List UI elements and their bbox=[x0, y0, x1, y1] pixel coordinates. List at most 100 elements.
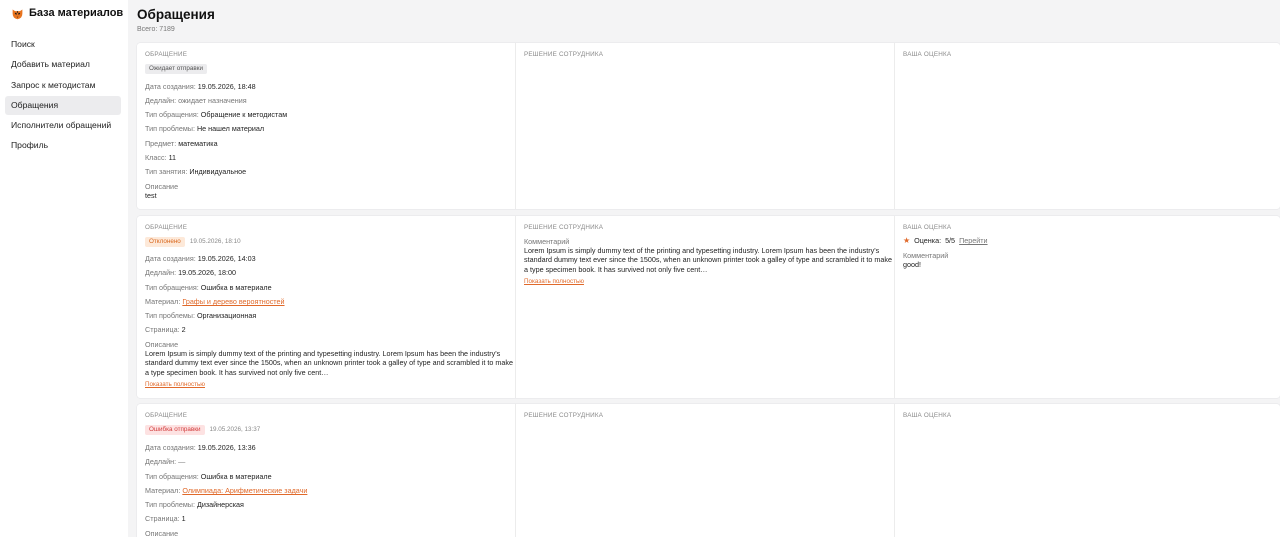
sidebar-item-profile[interactable]: Профиль bbox=[5, 136, 121, 155]
page-value: 2 bbox=[181, 325, 186, 334]
request-column: ОБРАЩЕНИЕ Отклонено 19.05.2026, 18:10 Да… bbox=[137, 216, 516, 398]
page-label: Страница: bbox=[145, 514, 180, 523]
subject-label: Предмет: bbox=[145, 139, 177, 148]
column-header-request: ОБРАЩЕНИЕ bbox=[145, 51, 188, 58]
total-count: Всего: 7189 bbox=[137, 26, 175, 33]
sidebar-item-search[interactable]: Поиск bbox=[5, 35, 121, 54]
column-header-rating: ВАША ОЦЕНКА bbox=[903, 224, 952, 231]
status-date: 19.05.2026, 18:10 bbox=[189, 238, 241, 245]
lesson-field: Тип занятия: Индивидуальное bbox=[145, 167, 246, 176]
status-badge: Ошибка отправки bbox=[145, 424, 205, 435]
tiger-logo-icon bbox=[12, 8, 23, 19]
sidebar-item-add-material[interactable]: Добавить материал bbox=[5, 55, 121, 74]
subject-value: математика bbox=[178, 139, 218, 148]
problem-field: Тип проблемы: Организационная bbox=[145, 311, 256, 320]
goto-link[interactable]: Перейти bbox=[959, 236, 987, 245]
description-text: Lorem Ipsum is simply dummy text of the … bbox=[145, 349, 513, 377]
created-label: Дата создания: bbox=[145, 443, 196, 452]
decision-column: РЕШЕНИЕ СОТРУДНИКА Комментарий Lorem Ips… bbox=[516, 216, 895, 398]
deadline-label: Дедлайн: bbox=[145, 96, 177, 105]
page-value: 1 bbox=[181, 514, 186, 523]
material-link[interactable]: Олимпиада: Арифметические задачи bbox=[182, 486, 307, 495]
decision-column: РЕШЕНИЕ СОТРУДНИКА bbox=[516, 404, 895, 537]
type-value: Обращение к методистам bbox=[200, 110, 288, 119]
status-badge: Ожидает отправки bbox=[145, 63, 208, 74]
status-date: 19.05.2026, 13:37 bbox=[209, 426, 261, 433]
column-header-rating: ВАША ОЦЕНКА bbox=[903, 51, 952, 58]
sidebar-item-request-executors[interactable]: Исполнители обращений bbox=[5, 116, 121, 135]
created-label: Дата создания: bbox=[145, 254, 196, 263]
grade-field: Класс: 11 bbox=[145, 153, 176, 162]
request-card: ОБРАЩЕНИЕ Ожидает отправки Дата создания… bbox=[137, 43, 1280, 209]
sidebar-item-methodist-request[interactable]: Запрос к методистам bbox=[5, 76, 121, 95]
star-icon: ★ bbox=[903, 235, 911, 245]
rating-label: Оценка: bbox=[914, 236, 942, 245]
type-field: Тип обращения: Ошибка в материале bbox=[145, 472, 272, 481]
lesson-value: Индивидуальное bbox=[189, 167, 247, 176]
sidebar-item-requests[interactable]: Обращения bbox=[5, 95, 121, 115]
comment-label: Комментарий bbox=[524, 237, 570, 246]
created-field: Дата создания: 19.05.2026, 18:48 bbox=[145, 82, 256, 91]
page-field: Страница: 2 bbox=[145, 325, 186, 334]
description-label: Описание bbox=[145, 340, 179, 349]
type-field: Тип обращения: Ошибка в материале bbox=[145, 283, 272, 292]
type-value: Ошибка в материале bbox=[200, 472, 272, 481]
created-value: 19.05.2026, 18:48 bbox=[197, 82, 256, 91]
type-label: Тип обращения: bbox=[145, 472, 199, 481]
material-field: Материал: Графы и дерево вероятностей bbox=[145, 297, 285, 306]
rating-column: ВАША ОЦЕНКА ★ Оценка: 5/5 Перейти Коммен… bbox=[895, 216, 1280, 398]
deadline-field: Дедлайн: — bbox=[145, 457, 185, 466]
column-header-decision: РЕШЕНИЕ СОТРУДНИКА bbox=[524, 412, 604, 419]
request-card: ОБРАЩЕНИЕ Отклонено 19.05.2026, 18:10 Да… bbox=[137, 216, 1280, 398]
status-row: Ошибка отправки 19.05.2026, 13:37 bbox=[145, 424, 260, 435]
lesson-label: Тип занятия: bbox=[145, 167, 188, 176]
status-row: Ожидает отправки bbox=[145, 63, 208, 74]
material-link[interactable]: Графы и дерево вероятностей bbox=[182, 297, 284, 306]
sidebar: База материалов Поиск Добавить материал … bbox=[0, 0, 128, 537]
type-label: Тип обращения: bbox=[145, 110, 199, 119]
type-value: Ошибка в материале bbox=[200, 283, 272, 292]
created-value: 19.05.2026, 13:36 bbox=[197, 443, 256, 452]
column-header-decision: РЕШЕНИЕ СОТРУДНИКА bbox=[524, 51, 604, 58]
main-content: Обращения Всего: 7189 ОБРАЩЕНИЕ Ожидает … bbox=[137, 0, 1280, 537]
material-label: Материал: bbox=[145, 297, 181, 306]
created-label: Дата создания: bbox=[145, 82, 196, 91]
decision-comment: Lorem Ipsum is simply dummy text of the … bbox=[524, 246, 892, 274]
description-label: Описание bbox=[145, 529, 179, 537]
brand[interactable]: База материалов bbox=[11, 6, 123, 20]
deadline-field: Дедлайн: 19.05.2026, 18:00 bbox=[145, 268, 236, 277]
request-card: ОБРАЩЕНИЕ Ошибка отправки 19.05.2026, 13… bbox=[137, 404, 1280, 537]
description-label: Описание bbox=[145, 182, 179, 191]
type-field: Тип обращения: Обращение к методистам bbox=[145, 110, 287, 119]
rating-comment-label: Комментарий bbox=[903, 251, 949, 260]
grade-value: 11 bbox=[168, 153, 177, 162]
rating-comment: good! bbox=[903, 260, 921, 269]
subject-field: Предмет: математика bbox=[145, 139, 218, 148]
deadline-value: ожидает назначения bbox=[178, 96, 247, 105]
problem-label: Тип проблемы: bbox=[145, 500, 195, 509]
column-header-decision: РЕШЕНИЕ СОТРУДНИКА bbox=[524, 224, 604, 231]
show-more-link[interactable]: Показать полностью bbox=[145, 381, 205, 388]
created-value: 19.05.2026, 14:03 bbox=[197, 254, 256, 263]
rating-column: ВАША ОЦЕНКА bbox=[895, 43, 1280, 209]
problem-field: Тип проблемы: Дизайнерская bbox=[145, 500, 244, 509]
problem-value: Не нашел материал bbox=[196, 124, 265, 133]
material-field: Материал: Олимпиада: Арифметические зада… bbox=[145, 486, 307, 495]
created-field: Дата создания: 19.05.2026, 14:03 bbox=[145, 254, 256, 263]
column-header-rating: ВАША ОЦЕНКА bbox=[903, 412, 952, 419]
decision-column: РЕШЕНИЕ СОТРУДНИКА bbox=[516, 43, 895, 209]
problem-field: Тип проблемы: Не нашел материал bbox=[145, 124, 264, 133]
deadline-value: — bbox=[178, 457, 186, 466]
deadline-value: 19.05.2026, 18:00 bbox=[178, 268, 237, 277]
grade-label: Класс: bbox=[145, 153, 167, 162]
page-label: Страница: bbox=[145, 325, 180, 334]
page-title: Обращения bbox=[137, 7, 215, 22]
column-header-request: ОБРАЩЕНИЕ bbox=[145, 412, 188, 419]
rating-row: ★ Оценка: 5/5 Перейти bbox=[903, 236, 988, 245]
deadline-field: Дедлайн: ожидает назначения bbox=[145, 96, 247, 105]
show-more-link[interactable]: Показать полностью bbox=[524, 278, 584, 285]
deadline-label: Дедлайн: bbox=[145, 268, 177, 277]
column-header-request: ОБРАЩЕНИЕ bbox=[145, 224, 188, 231]
status-row: Отклонено 19.05.2026, 18:10 bbox=[145, 236, 241, 247]
problem-label: Тип проблемы: bbox=[145, 124, 195, 133]
